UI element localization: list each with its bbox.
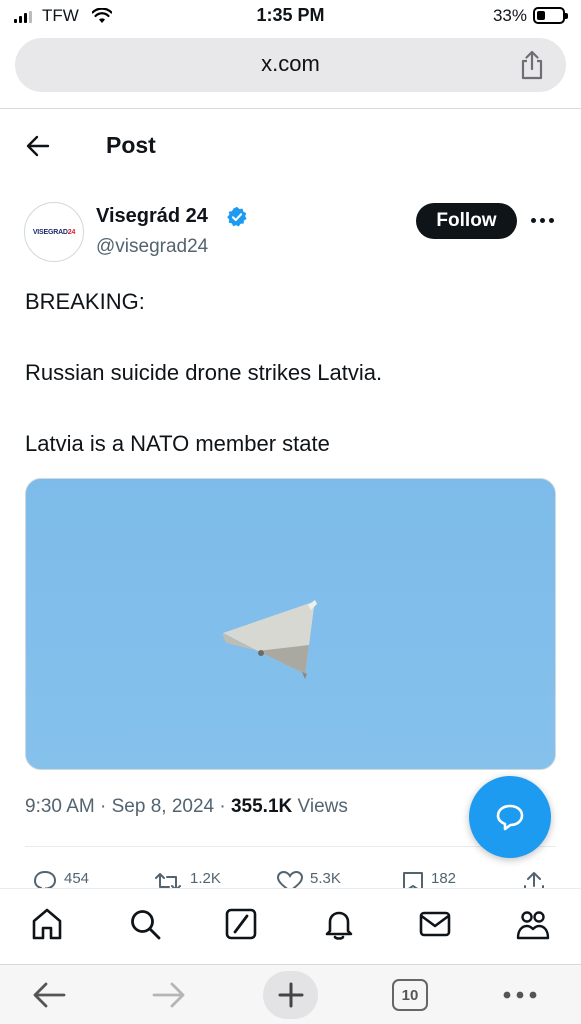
battery-level <box>537 11 545 20</box>
tweet-actions: 454 1.2K 5.3K 182 <box>0 862 581 888</box>
like-button[interactable]: 5.3K <box>276 870 341 888</box>
views-label[interactable]: Views <box>298 796 348 817</box>
bookmark-button[interactable]: 182 <box>401 870 456 888</box>
share-icon[interactable] <box>518 50 546 80</box>
author-handle[interactable]: @visegrad24 <box>96 236 208 258</box>
avatar[interactable]: VISEGRAD24 <box>24 202 84 262</box>
tab-switcher-button[interactable]: 10 <box>392 979 428 1011</box>
back-arrow-icon[interactable] <box>30 977 68 1013</box>
more-icon[interactable] <box>500 977 540 1013</box>
verified-badge-icon <box>227 206 247 227</box>
like-count: 5.3K <box>310 870 341 887</box>
drone-photo-image <box>26 479 555 769</box>
meta-separator: · <box>100 796 107 817</box>
tweet-meta: 9:30 AM · Sep 8, 2024 · 355.1K Views <box>25 796 348 818</box>
battery-icon <box>533 7 568 24</box>
plus-icon <box>278 982 303 1008</box>
tweet-time: 9:30 AM <box>25 796 95 817</box>
url-text[interactable]: x.com <box>15 51 566 77</box>
reply-count: 454 <box>64 870 90 887</box>
page-title: Post <box>106 132 156 158</box>
meta-separator: · <box>219 796 226 817</box>
new-tab-button[interactable] <box>263 971 318 1019</box>
address-bar[interactable]: x.com <box>15 38 566 92</box>
repost-icon <box>155 873 181 888</box>
divider <box>25 846 556 847</box>
heart-icon <box>276 870 304 888</box>
tweet-photo[interactable] <box>25 478 556 770</box>
messages-icon[interactable] <box>418 907 452 941</box>
communities-icon[interactable] <box>516 907 550 941</box>
avatar-logo-text: VISEGRAD24 <box>32 228 76 236</box>
views-count[interactable]: 355.1K <box>231 796 292 817</box>
search-icon[interactable] <box>128 907 162 941</box>
chat-bubble-icon <box>496 804 524 831</box>
status-bar: TFW 1:35 PM 33% <box>0 0 581 34</box>
battery-percent: 33% <box>492 6 527 25</box>
grok-icon[interactable] <box>224 907 258 941</box>
more-options-icon[interactable] <box>530 210 556 230</box>
share-tweet-button[interactable] <box>522 870 546 888</box>
notifications-icon[interactable] <box>322 907 356 941</box>
tweet-text-line: Latvia is a NATO member state <box>25 431 330 456</box>
bookmark-icon <box>403 872 423 888</box>
repost-button[interactable]: 1.2K <box>152 870 221 888</box>
tweet-text-line: Russian suicide drone strikes Latvia. <box>25 360 383 385</box>
browser-toolbar: 10 <box>0 964 581 1024</box>
divider <box>0 108 581 109</box>
repost-count: 1.2K <box>190 870 221 887</box>
share-icon <box>524 872 544 888</box>
compose-button[interactable] <box>469 776 551 858</box>
back-arrow-icon[interactable] <box>24 132 52 160</box>
reply-button[interactable]: 454 <box>32 870 89 888</box>
follow-button[interactable]: Follow <box>416 203 517 239</box>
author-name[interactable]: Visegrád 24 <box>96 205 208 228</box>
bookmark-count: 182 <box>431 870 457 887</box>
tweet-date: Sep 8, 2024 <box>111 796 215 817</box>
home-icon[interactable] <box>30 907 64 941</box>
tweet-text-line: BREAKING: <box>25 289 145 314</box>
app-tab-bar <box>0 888 581 964</box>
forward-arrow-icon[interactable] <box>150 977 188 1013</box>
reply-icon <box>33 870 57 888</box>
